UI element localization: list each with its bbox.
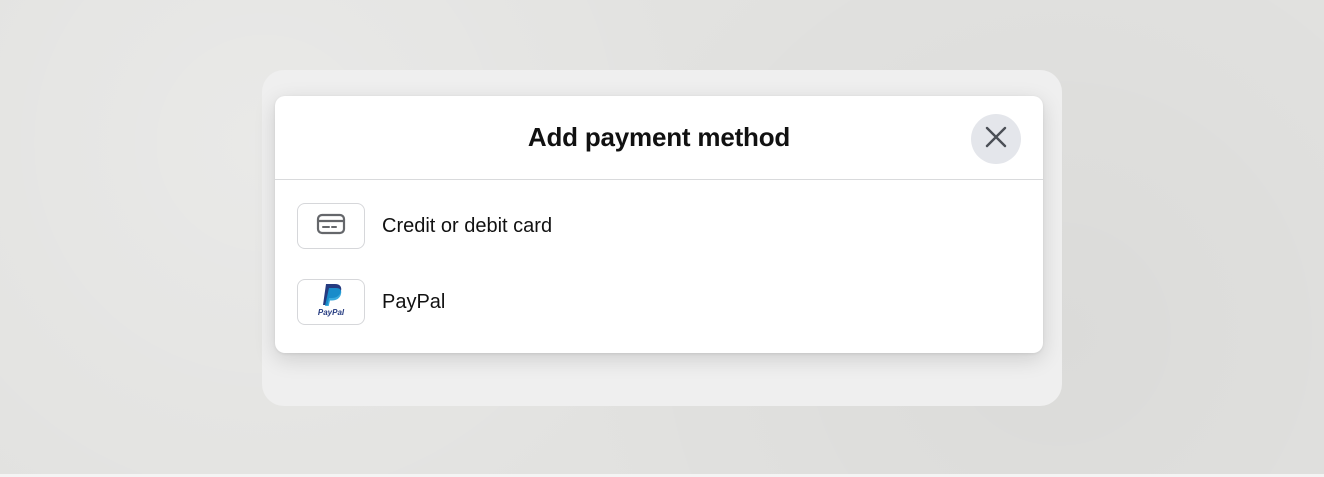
- close-button[interactable]: [971, 114, 1021, 164]
- paypal-icon-box: PayPal: [297, 279, 365, 325]
- dialog-header: Add payment method: [275, 96, 1043, 180]
- paypal-logo-icon: PayPal: [311, 282, 351, 323]
- option-credit-card[interactable]: Credit or debit card: [275, 202, 1043, 250]
- credit-card-icon: [316, 213, 346, 240]
- option-paypal[interactable]: PayPal PayPal: [275, 278, 1043, 326]
- credit-card-icon-box: [297, 203, 365, 249]
- dialog-title: Add payment method: [527, 122, 791, 152]
- close-icon: [984, 125, 1008, 154]
- add-payment-dialog: Add payment method Credit or debit card …: [275, 96, 1043, 353]
- payment-options-list: Credit or debit card PayPal PayPal: [275, 180, 1043, 326]
- option-label-credit-card: Credit or debit card: [382, 214, 553, 237]
- paypal-logo-text: PayPal: [318, 308, 345, 317]
- option-label-paypal: PayPal: [382, 290, 446, 313]
